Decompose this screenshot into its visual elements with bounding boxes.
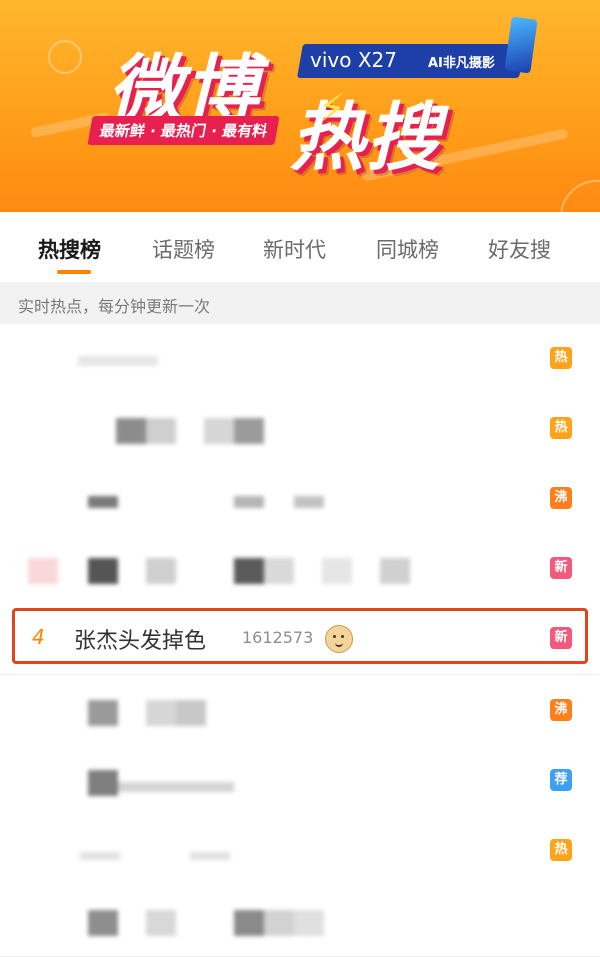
tab-new-era[interactable]: 新时代	[263, 234, 326, 264]
badge-boiling: 沸	[550, 487, 572, 509]
update-notice-text: 实时热点，每分钟更新一次	[18, 297, 211, 316]
list-item[interactable]	[0, 886, 600, 957]
redacted-title	[88, 700, 208, 726]
tab-hot-search[interactable]: 热搜榜	[38, 234, 101, 264]
redacted-title	[80, 840, 240, 866]
phone-image	[504, 16, 538, 74]
badge-new: 新	[550, 557, 572, 579]
tab-local[interactable]: 同城榜	[376, 234, 439, 264]
decorative-ring	[48, 40, 82, 74]
update-notice: 实时热点，每分钟更新一次	[0, 282, 600, 324]
badge-hot: 热	[550, 347, 572, 369]
redacted-title	[28, 558, 418, 584]
redacted-title	[88, 910, 328, 936]
ad-tagline: AI非凡摄影	[428, 56, 495, 71]
banner-title-sub: 热搜	[290, 95, 442, 181]
decorative-ring	[560, 180, 600, 212]
badge-recommended: 荐	[550, 769, 572, 791]
list-item[interactable]: 热	[0, 816, 600, 887]
redacted-title	[88, 488, 328, 514]
badge-boiling: 沸	[550, 699, 572, 721]
badge-hot: 热	[550, 839, 572, 861]
highlight-frame	[12, 608, 588, 664]
list-item[interactable]: 沸	[0, 464, 600, 535]
list-item[interactable]: 新	[0, 534, 600, 605]
list-item[interactable]: 沸	[0, 676, 600, 747]
lightning-icon: ⚡	[318, 86, 347, 132]
hot-search-banner[interactable]: vivo X27 AI非凡摄影 微博 热搜 ⚡ 最新鲜 · 最热门 · 最有料	[0, 0, 600, 212]
list-item[interactable]: 热	[0, 324, 600, 395]
redacted-title	[116, 418, 266, 444]
tab-topics[interactable]: 话题榜	[152, 234, 215, 264]
banner-slogan: 最新鲜 · 最热门 · 最有料	[87, 116, 280, 145]
list-item[interactable]: 热	[0, 394, 600, 465]
ad-brand: vivo X27	[310, 48, 397, 72]
tab-friends[interactable]: 好友搜	[488, 234, 551, 264]
redacted-title	[88, 770, 238, 796]
active-tab-indicator	[57, 270, 91, 274]
list-item[interactable]: 荐	[0, 746, 600, 817]
badge-hot: 热	[550, 417, 572, 439]
redacted-title	[78, 348, 168, 374]
